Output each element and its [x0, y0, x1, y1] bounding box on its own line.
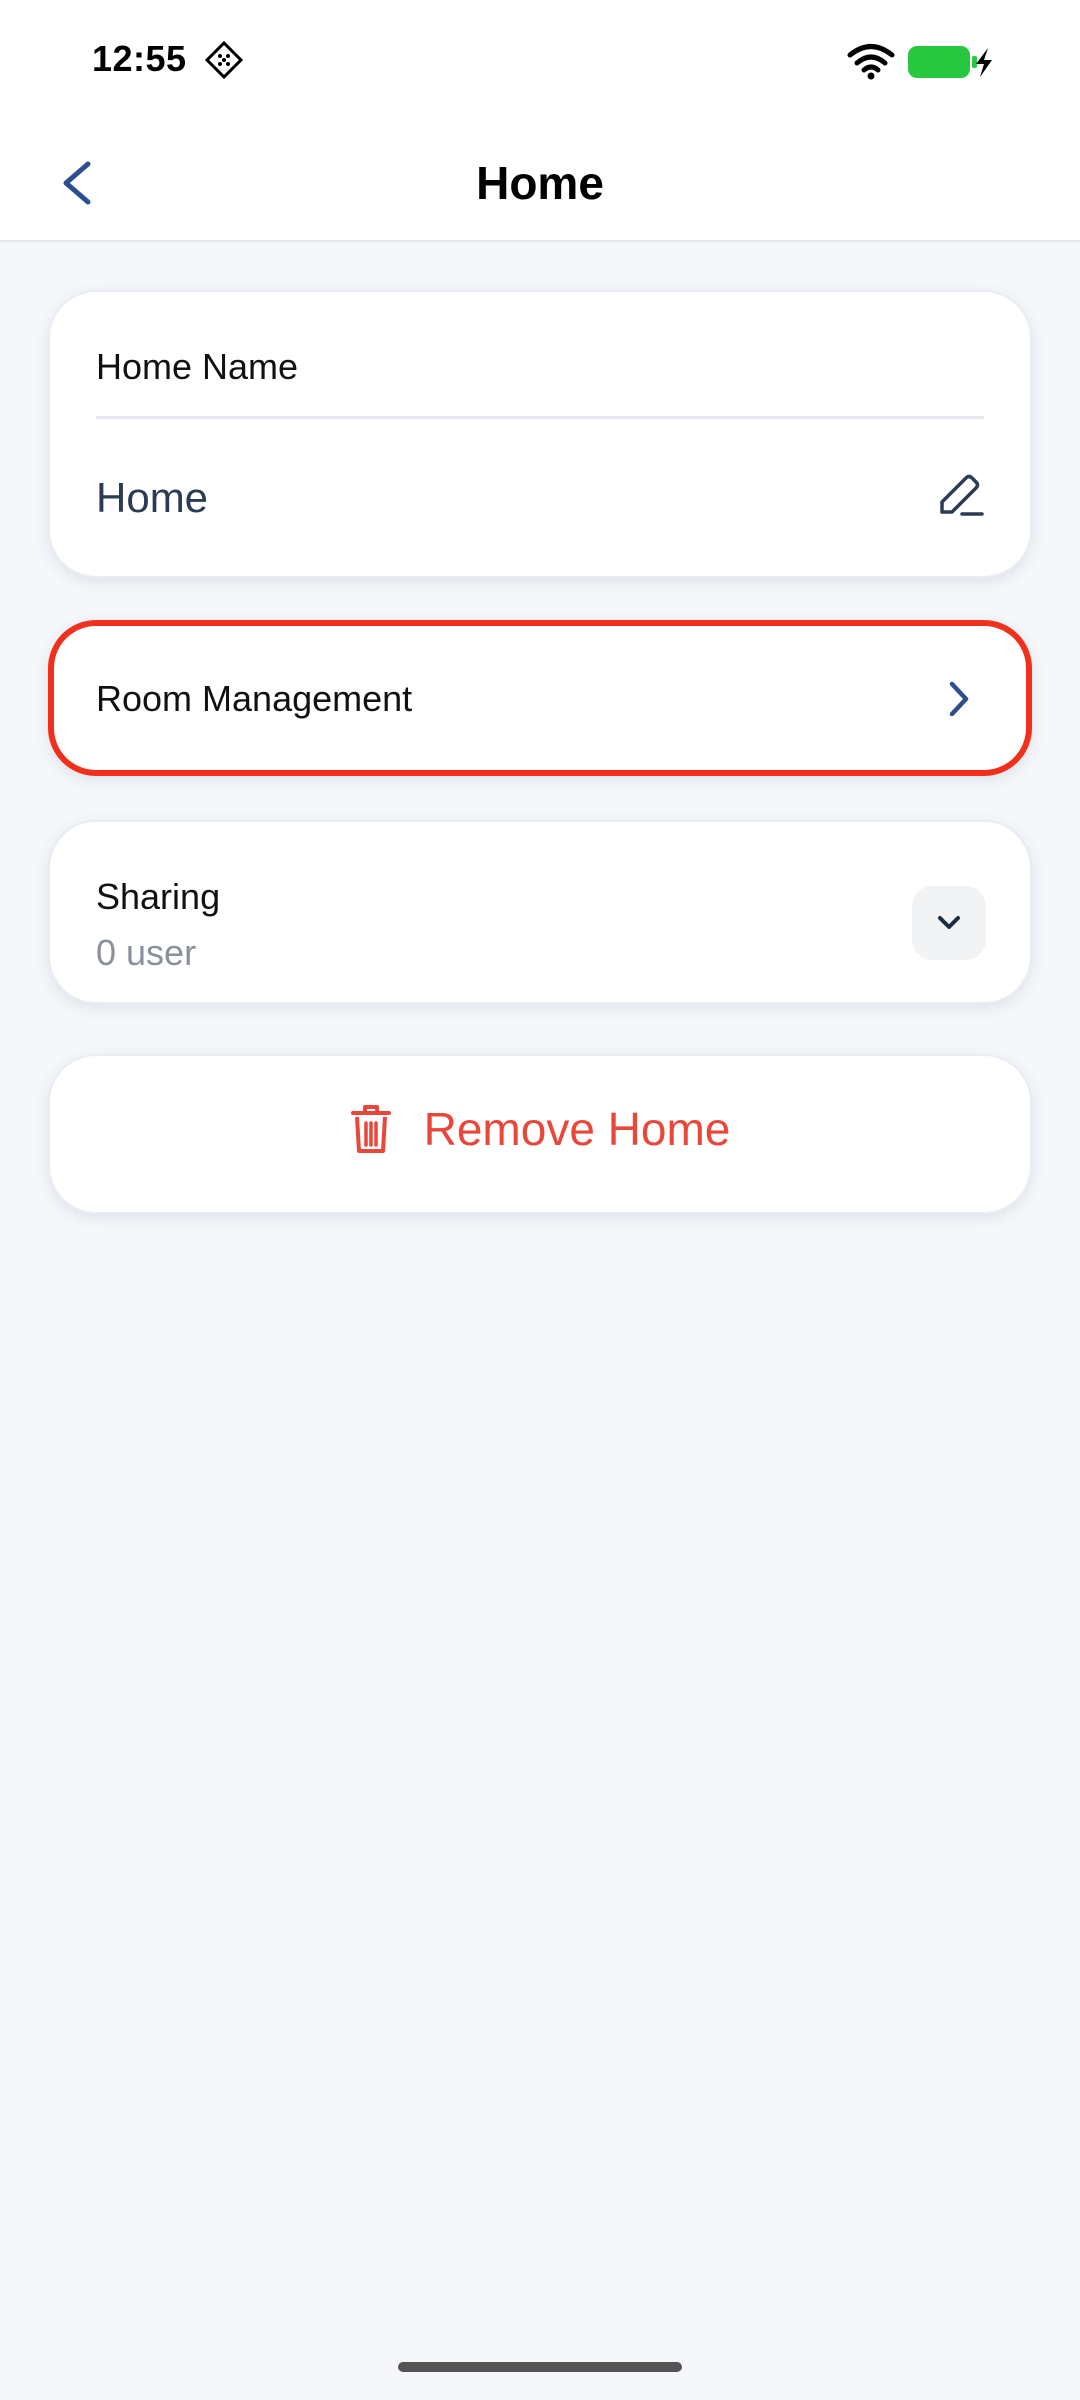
remove-home-content: Remove Home	[50, 1102, 1030, 1156]
status-time: 12:55	[92, 38, 187, 79]
battery-charging-icon	[908, 46, 992, 78]
chevron-right-icon	[949, 681, 969, 717]
home-name-label: Home Name	[96, 346, 299, 387]
sharing-expand-button[interactable]	[912, 886, 986, 960]
room-management-button[interactable]: Room Management	[48, 620, 1032, 776]
home-name-card: Home Name Home	[48, 290, 1032, 578]
status-bar: 12:55	[0, 0, 1080, 120]
divider	[96, 416, 984, 419]
sharing-card: Sharing 0 user	[48, 820, 1032, 1004]
remove-home-button[interactable]: Remove Home	[48, 1054, 1032, 1214]
pencil-icon[interactable]	[934, 470, 986, 522]
trash-icon	[350, 1105, 391, 1153]
home-indicator[interactable]	[398, 2362, 682, 2372]
sharing-label: Sharing	[96, 876, 221, 917]
screen: 12:55 Home Home Name Home Room Managemen…	[0, 0, 1080, 2400]
app-notification-icon	[204, 40, 244, 80]
nav-bar: Home	[0, 120, 1080, 242]
remove-home-label: Remove Home	[423, 1103, 731, 1155]
chevron-down-icon	[938, 916, 960, 929]
home-name-value: Home	[96, 474, 209, 521]
room-management-label: Room Management	[96, 678, 413, 719]
page-title: Home	[476, 157, 604, 209]
sharing-user-count: 0 user	[96, 932, 197, 973]
wifi-icon	[847, 44, 895, 80]
